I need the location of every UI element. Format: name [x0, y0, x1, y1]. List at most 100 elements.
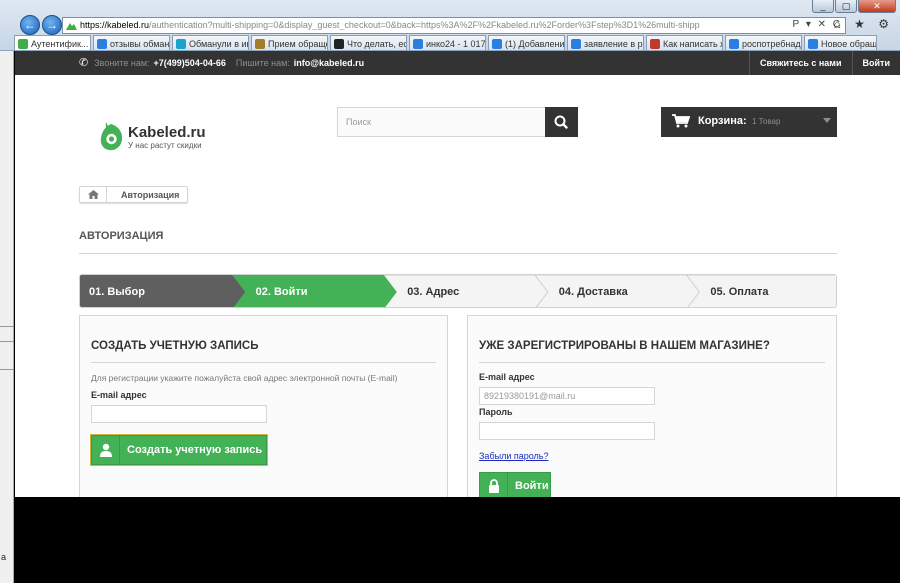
login-email-input[interactable] [479, 387, 655, 405]
address-bar[interactable]: https://kabeled.ru/authentication?multi-… [62, 17, 846, 34]
title-divider [79, 253, 837, 254]
logo-leaf-icon [100, 122, 123, 151]
tab-favicon-icon [97, 38, 107, 49]
create-account-heading: СОЗДАТЬ УЧЕТНУЮ ЗАПИСЬ [91, 340, 259, 352]
browser-tab[interactable]: Обманули в ин... [172, 35, 249, 50]
page-title: АВТОРИЗАЦИЯ [79, 230, 164, 242]
tab-label: роспотребнадз... [742, 38, 801, 49]
breadcrumb-current: Авторизация [121, 189, 180, 200]
tab-label: Что делать, есл... [347, 38, 406, 49]
checkout-step-1[interactable]: 01. Выбор [89, 286, 145, 298]
window-controls: _ ▢ ✕ [812, 0, 896, 13]
tab-favicon-icon [334, 38, 344, 49]
checkout-step-5: 05. Оплата [710, 286, 769, 298]
breadcrumb: Авторизация [79, 186, 189, 203]
divider [0, 326, 14, 327]
minimize-button[interactable]: _ [812, 0, 834, 13]
browser-tab[interactable]: (1) Добавление... [488, 35, 565, 50]
create-account-button-label: Создать учетную запись [127, 444, 263, 456]
logo[interactable]: Kabeled.ru У нас растут скидки [98, 120, 206, 154]
tab-label: отзывы обман... [110, 38, 170, 49]
top-bar: ✆ Звоните нам: +7(499)504-04-66 Пишите н… [15, 51, 900, 75]
cart-dropdown-icon[interactable] [823, 118, 831, 123]
tab-favicon-icon [729, 38, 739, 49]
checkout-step-2: 02. Войти [255, 286, 308, 298]
maximize-button[interactable]: ▢ [835, 0, 857, 13]
create-account-button[interactable]: Создать учетную запись [91, 435, 267, 465]
home-icon [87, 190, 99, 199]
background-window-edge: а [0, 51, 14, 583]
panel-divider [91, 362, 436, 363]
tab-favicon-icon [650, 38, 660, 49]
user-icon [92, 436, 120, 464]
tab-favicon-icon [255, 38, 265, 49]
forgot-password-link[interactable]: Забыли пароль? [479, 451, 548, 461]
cart-icon [672, 114, 690, 128]
password-input[interactable] [479, 422, 655, 440]
tab-label: Как написать ж... [663, 38, 722, 49]
checkout-steps: 01. Выбор 02. Войти 03. Адрес 04. Доставка 0… [79, 274, 837, 308]
logo-name: Kabeled.ru [128, 123, 206, 141]
tab-favicon-icon [492, 38, 502, 49]
browser-tab[interactable]: роспотребнадз... [725, 35, 802, 50]
divider [0, 341, 14, 342]
forward-button[interactable]: → [42, 15, 62, 35]
search-icon [554, 115, 568, 129]
tab-favicon-icon [571, 38, 581, 49]
browser-tab[interactable]: отзывы обман... [93, 35, 170, 50]
browser-tab[interactable]: Как написать ж... [646, 35, 723, 50]
browser-tab[interactable]: Новое обраще... [804, 35, 877, 50]
site-favicon-icon [66, 23, 77, 30]
phone-icon: ✆ [79, 57, 89, 69]
lock-icon [480, 473, 508, 497]
breadcrumb-home[interactable] [80, 187, 107, 202]
browser-tab[interactable]: инко24 - 1 017 ... [409, 35, 486, 50]
tab-label: Обманули в ин... [189, 38, 248, 49]
contact-us-link[interactable]: Свяжитесь с нами [748, 51, 852, 75]
panel-divider [479, 362, 825, 363]
browser-chrome: _ ▢ ✕ ← → https://kabeled.ru/authenticat… [0, 0, 900, 51]
browser-tab[interactable]: Прием обраще... [251, 35, 328, 50]
back-button[interactable]: ← [20, 15, 40, 35]
phone-number: +7(499)504-04-66 [153, 57, 226, 68]
write-label: Пишите нам: [235, 57, 290, 68]
create-account-panel: СОЗДАТЬ УЧЕТНУЮ ЗАПИСЬ Для регистрации у… [79, 315, 448, 497]
create-email-input[interactable] [91, 405, 267, 423]
login-button-label: Войти [515, 480, 549, 492]
login-button[interactable]: Войти [479, 472, 551, 497]
search-input[interactable] [338, 108, 545, 136]
browser-tab[interactable]: заявление в ро... [567, 35, 644, 50]
browser-tab[interactable]: Что делать, есл... [330, 35, 407, 50]
cart-label: Корзина: [698, 115, 747, 127]
side-window-label: а [1, 552, 7, 562]
cart-block[interactable]: Корзина: 1 Товар [661, 107, 837, 137]
tab-strip: Аутентифик...✕ отзывы обман... Обманули в … [14, 35, 879, 50]
address-url[interactable]: https://kabeled.ru/authentication?multi-… [80, 20, 700, 30]
search-button[interactable] [545, 107, 578, 137]
close-window-button[interactable]: ✕ [858, 0, 896, 13]
contact-email[interactable]: info@kabeled.ru [294, 58, 364, 68]
tab-label: инко24 - 1 017 ... [426, 38, 486, 49]
contact-info: ✆ Звоните нам: +7(499)504-04-66 Пишите н… [79, 56, 374, 69]
sign-in-link[interactable]: Войти [851, 51, 900, 75]
tab-label: Новое обраще... [821, 38, 877, 49]
tab-label: Аутентифик... [31, 38, 89, 49]
call-label: Звоните нам: [94, 57, 150, 68]
tab-favicon-icon [18, 38, 28, 49]
login-email-label: E-mail адрес [479, 372, 535, 382]
create-email-label: E-mail адрес [91, 390, 147, 400]
browser-tab[interactable]: Аутентифик...✕ [14, 35, 91, 50]
tab-label: Прием обраще... [268, 38, 327, 49]
tab-favicon-icon [176, 38, 186, 49]
url-path: /authentication?multi-shipping=0&display… [149, 20, 700, 30]
tab-favicon-icon [413, 38, 423, 49]
search-box [337, 107, 578, 137]
checkout-step-4: 04. Доставка [558, 286, 628, 298]
password-label: Пароль [479, 407, 513, 417]
top-links: Свяжитесь с нами Войти [748, 51, 900, 75]
login-heading: УЖЕ ЗАРЕГИСТРИРОВАНЫ В НАШЕМ МАГАЗИНЕ? [479, 340, 770, 352]
cart-quantity: 1 Товар [752, 117, 781, 126]
divider [0, 369, 14, 370]
browser-toolbar-icons[interactable]: ⌂ ★ ⚙ [834, 17, 894, 31]
url-host: https://kabeled.ru [80, 20, 150, 30]
